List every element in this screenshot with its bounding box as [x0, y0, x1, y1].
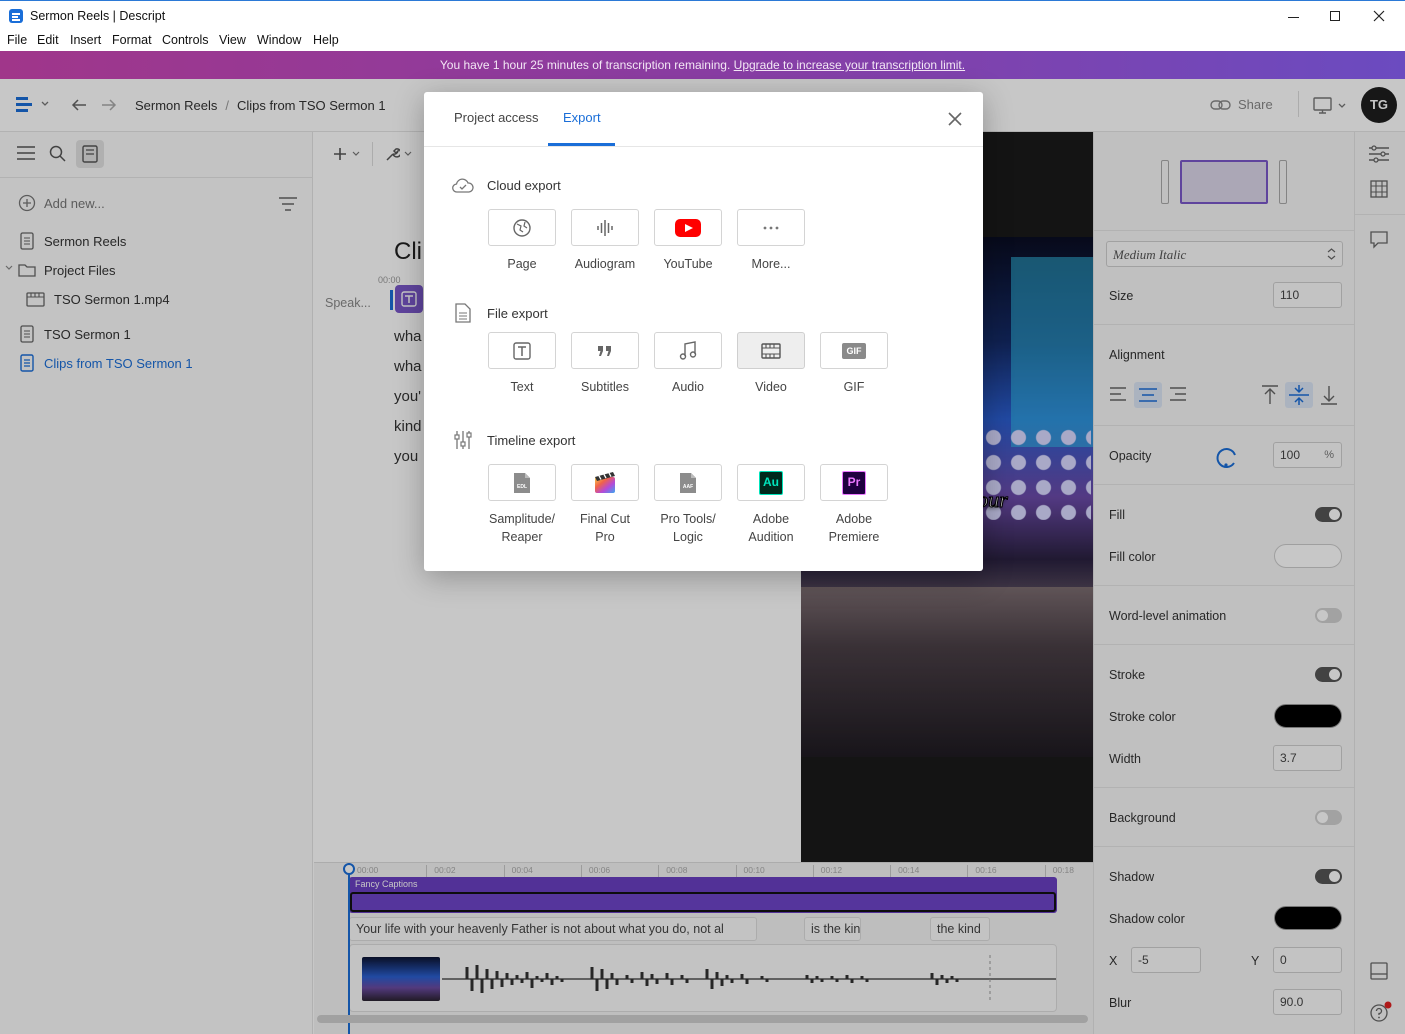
menu-bar: File Edit Insert Format Controls View Wi… [0, 31, 1405, 51]
export-subtitles-label: Subtitles [581, 380, 629, 394]
export-youtube-label: YouTube [663, 257, 713, 271]
menu-format[interactable]: Format [112, 33, 152, 47]
window-title: Sermon Reels | Descript [30, 9, 166, 23]
file-export-title: File export [487, 306, 548, 321]
close-icon[interactable] [1368, 5, 1390, 27]
aaf-file-icon: AAF [680, 472, 696, 493]
app-logo-icon [9, 9, 23, 23]
export-audio-label: Audio [672, 380, 704, 394]
menu-window[interactable]: Window [257, 33, 301, 47]
export-premiere-button[interactable]: Pr [820, 464, 888, 501]
export-page-button[interactable] [488, 209, 556, 246]
window-titlebar: Sermon Reels | Descript [0, 0, 1405, 31]
transcription-banner: You have 1 hour 25 minutes of transcript… [0, 51, 1405, 79]
menu-help[interactable]: Help [313, 33, 339, 47]
export-more-button[interactable] [737, 209, 805, 246]
export-youtube-button[interactable] [654, 209, 722, 246]
export-gif-button[interactable]: GIF [820, 332, 888, 369]
film-icon [761, 342, 781, 359]
banner-text: You have 1 hour 25 minutes of transcript… [439, 58, 731, 72]
svg-text:EDL: EDL [517, 484, 527, 490]
more-icon [763, 226, 779, 229]
export-audition-button[interactable]: Au [737, 464, 805, 501]
publish-modal: Project access Export Cloud export Page … [424, 92, 983, 571]
music-note-icon [679, 340, 697, 360]
menu-edit[interactable]: Edit [37, 33, 59, 47]
export-final-cut-button[interactable] [571, 464, 639, 501]
export-gif-label: GIF [843, 380, 865, 394]
upgrade-link[interactable]: Upgrade to increase your transcription l… [734, 58, 965, 72]
export-final-cut-label: Final Cut Pro [579, 512, 631, 544]
globe-icon [513, 218, 531, 237]
gif-icon: GIF [842, 342, 866, 359]
menu-controls[interactable]: Controls [162, 33, 209, 47]
modal-divider [424, 146, 983, 147]
menu-insert[interactable]: Insert [70, 33, 101, 47]
maximize-icon[interactable] [1325, 9, 1345, 25]
edl-file-icon: EDL [514, 472, 530, 493]
tab-project-access[interactable]: Project access [454, 110, 539, 125]
premiere-icon: Pr [842, 470, 866, 495]
youtube-icon [675, 218, 701, 237]
export-audiogram-button[interactable] [571, 209, 639, 246]
final-cut-icon [595, 471, 615, 493]
export-samplitude-button[interactable]: EDL [488, 464, 556, 501]
text-icon [513, 341, 531, 360]
menu-file[interactable]: File [7, 33, 27, 47]
audition-icon: Au [759, 470, 783, 495]
export-samplitude-label: Samplitude/ Reaper [488, 512, 555, 544]
export-text-button[interactable] [488, 332, 556, 369]
svg-text:AAF: AAF [683, 484, 693, 490]
sliders-icon [454, 430, 472, 450]
tab-export[interactable]: Export [563, 110, 601, 125]
export-more-label: More... [751, 257, 791, 271]
export-subtitles-button[interactable] [571, 332, 639, 369]
export-text-label: Text [510, 380, 534, 394]
export-pro-tools-button[interactable]: AAF [654, 464, 722, 501]
export-audition-label: Adobe Audition [748, 512, 794, 544]
export-page-label: Page [507, 257, 537, 271]
waveform-icon [597, 219, 613, 236]
file-icon [455, 303, 471, 323]
cloud-check-icon [452, 176, 474, 194]
export-audio-button[interactable] [654, 332, 722, 369]
export-audiogram-label: Audiogram [574, 257, 636, 271]
export-video-label: Video [755, 380, 787, 394]
cloud-export-title: Cloud export [487, 178, 561, 193]
timeline-export-title: Timeline export [487, 433, 576, 448]
export-pro-tools-label: Pro Tools/ Logic [660, 512, 716, 544]
close-icon[interactable] [946, 110, 964, 128]
quote-icon [598, 345, 611, 356]
export-premiere-label: Adobe Premiere [828, 512, 880, 544]
menu-view[interactable]: View [219, 33, 246, 47]
export-video-button[interactable] [737, 332, 805, 369]
minimize-icon[interactable] [1280, 9, 1310, 25]
